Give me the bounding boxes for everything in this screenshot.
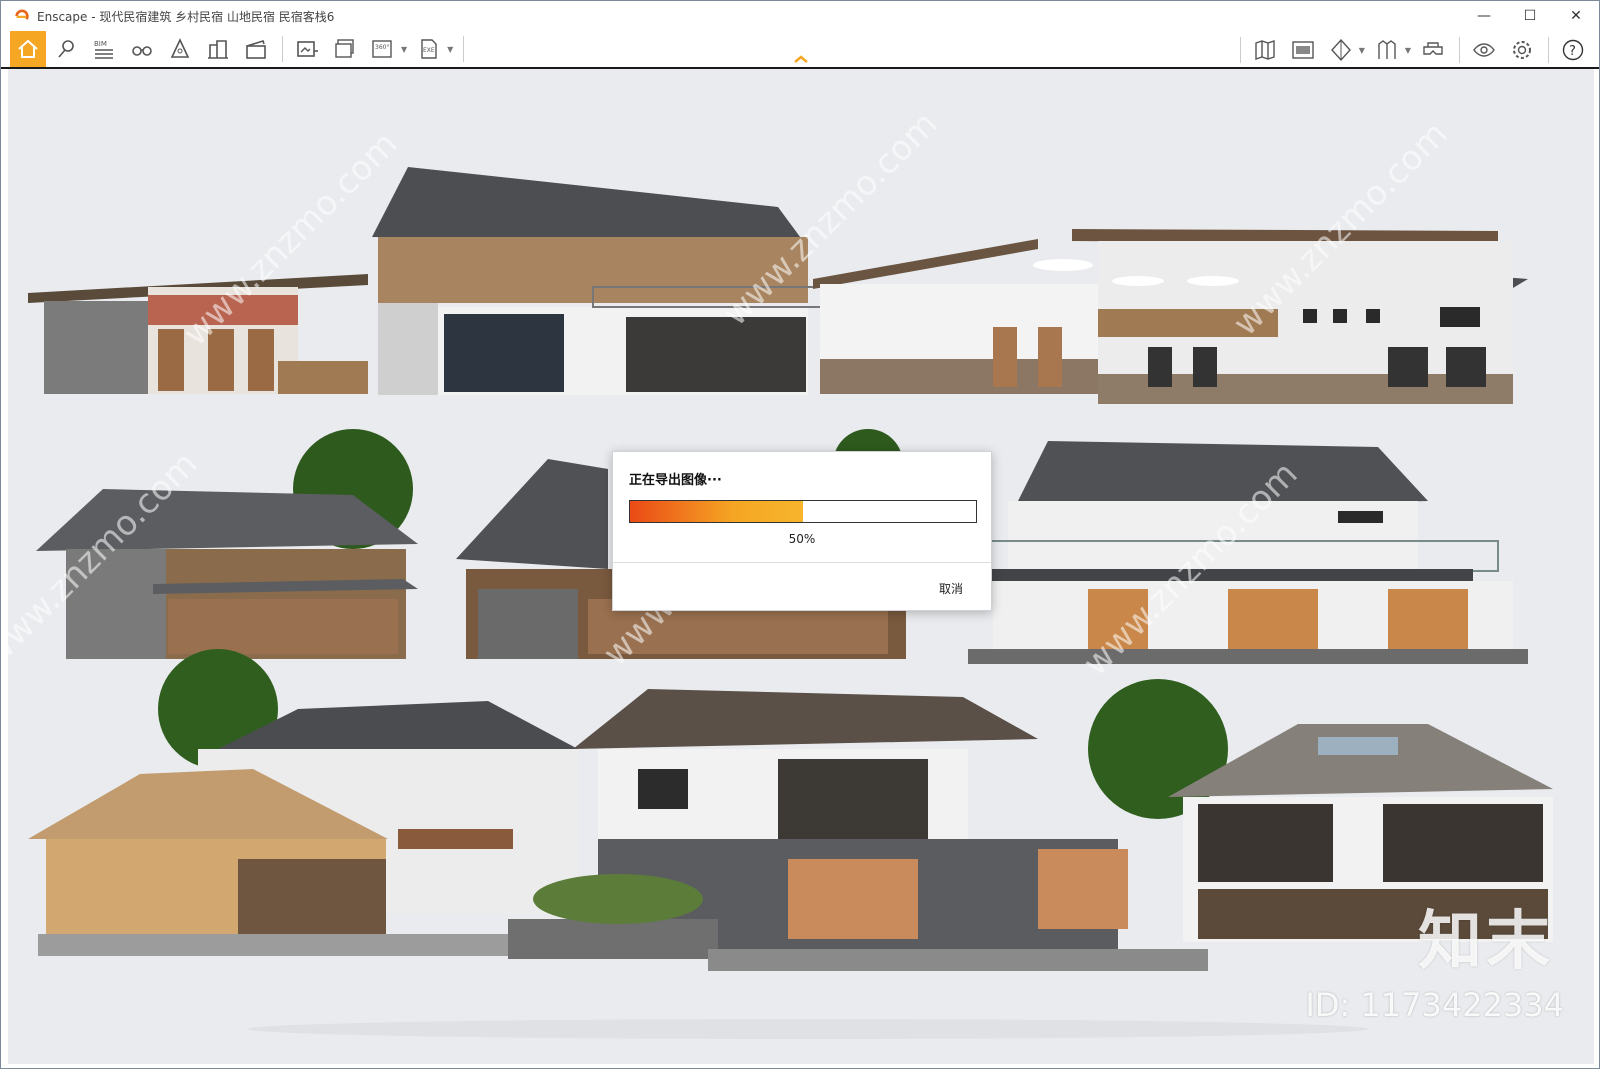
- home-button[interactable]: [10, 31, 46, 67]
- dialog-title: 正在导出图像···: [629, 473, 722, 488]
- location-icon: [58, 40, 74, 58]
- cancel-button[interactable]: 取消: [939, 580, 963, 597]
- batch-render-button[interactable]: [327, 31, 363, 67]
- asset-library-button[interactable]: [1369, 32, 1405, 68]
- dialog-divider: [613, 562, 991, 563]
- bim-button[interactable]: BIM: [86, 31, 122, 67]
- gallery-button[interactable]: [1285, 32, 1321, 68]
- map-icon: [1254, 40, 1275, 60]
- chevron-down-icon[interactable]: ▼: [401, 45, 407, 54]
- binoculars-button[interactable]: [124, 31, 160, 67]
- house-model: [28, 701, 578, 956]
- toolbar-divider: [1459, 37, 1460, 63]
- clapper-icon: [246, 40, 266, 59]
- gallery-icon: [1291, 41, 1314, 59]
- help-icon: ?: [1562, 39, 1584, 61]
- vr-headset-icon: [1423, 42, 1443, 55]
- toolbar-divider: [1239, 37, 1241, 63]
- house-model: [813, 229, 1528, 404]
- chevron-down-icon[interactable]: ▼: [1405, 46, 1411, 55]
- house-model: [968, 441, 1528, 664]
- enscape-logo-icon: [13, 7, 31, 25]
- settings-button[interactable]: [1504, 32, 1540, 68]
- buildings-icon: [208, 40, 228, 59]
- material-icon: [1330, 38, 1351, 62]
- exe-export-icon: EXE: [421, 39, 437, 59]
- render-export-button[interactable]: [289, 31, 325, 67]
- asset-library-icon: [1378, 40, 1396, 59]
- toolbar-divider: [1548, 37, 1549, 63]
- id-watermark: ID: 1173422334: [1305, 986, 1564, 1024]
- buildings-button[interactable]: [200, 31, 236, 67]
- gear-icon: [1513, 41, 1531, 59]
- svg-text:EXE: EXE: [423, 47, 435, 54]
- chevron-down-icon[interactable]: ▼: [447, 45, 453, 54]
- location-button[interactable]: [48, 31, 84, 67]
- material-button[interactable]: [1323, 32, 1359, 68]
- toolbar-divider: [282, 36, 283, 62]
- svg-text:?: ?: [1569, 44, 1576, 59]
- collapse-toolbar-chevron-icon[interactable]: [792, 53, 810, 65]
- left-border: [1, 69, 8, 1068]
- visual-settings-icon: [1473, 43, 1495, 57]
- clapper-button[interactable]: [238, 31, 274, 67]
- minimize-button[interactable]: —: [1461, 1, 1507, 31]
- progress-bar: [629, 500, 977, 523]
- map-button[interactable]: [1247, 32, 1283, 68]
- enscape-window: Enscape - 现代民宿建筑 乡村民宿 山地民宿 民宿客栈6 — ☐ ✕ B…: [0, 0, 1600, 1069]
- title-bar: Enscape - 现代民宿建筑 乡村民宿 山地民宿 民宿客栈6 — ☐ ✕: [1, 1, 1599, 31]
- perspective-icon: [170, 38, 190, 58]
- progress-percent: 50%: [788, 532, 816, 546]
- export-progress-dialog: 正在导出图像··· 50% 取消: [612, 451, 992, 611]
- chevron-down-icon[interactable]: ▼: [1359, 46, 1365, 55]
- vr-headset-button[interactable]: [1415, 32, 1451, 68]
- help-button[interactable]: ?: [1555, 32, 1591, 68]
- panorama-360-icon: 360°: [372, 40, 392, 58]
- close-button[interactable]: ✕: [1553, 1, 1599, 31]
- svg-text:BIM: BIM: [94, 40, 107, 48]
- home-icon: [18, 39, 38, 58]
- maximize-icon: ☐: [1523, 8, 1537, 24]
- close-icon: ✕: [1570, 8, 1582, 24]
- exe-export-button[interactable]: EXE: [411, 31, 447, 67]
- render-export-icon: [297, 41, 318, 57]
- perspective-button[interactable]: [162, 31, 198, 67]
- bim-icon: BIM: [94, 40, 113, 59]
- batch-render-icon: [335, 39, 354, 58]
- svg-text:360°: 360°: [375, 44, 389, 51]
- window-title: Enscape - 现代民宿建筑 乡村民宿 山地民宿 民宿客栈6: [37, 9, 335, 24]
- panorama-button[interactable]: 360°: [365, 31, 401, 67]
- brand-watermark: 知末: [1418, 905, 1554, 979]
- progress-fill: [630, 501, 803, 522]
- minimize-icon: —: [1477, 8, 1491, 24]
- binoculars-icon: [132, 46, 152, 56]
- visual-settings-button[interactable]: [1466, 32, 1502, 68]
- maximize-button[interactable]: ☐: [1507, 1, 1553, 31]
- toolbar-divider: [463, 36, 465, 62]
